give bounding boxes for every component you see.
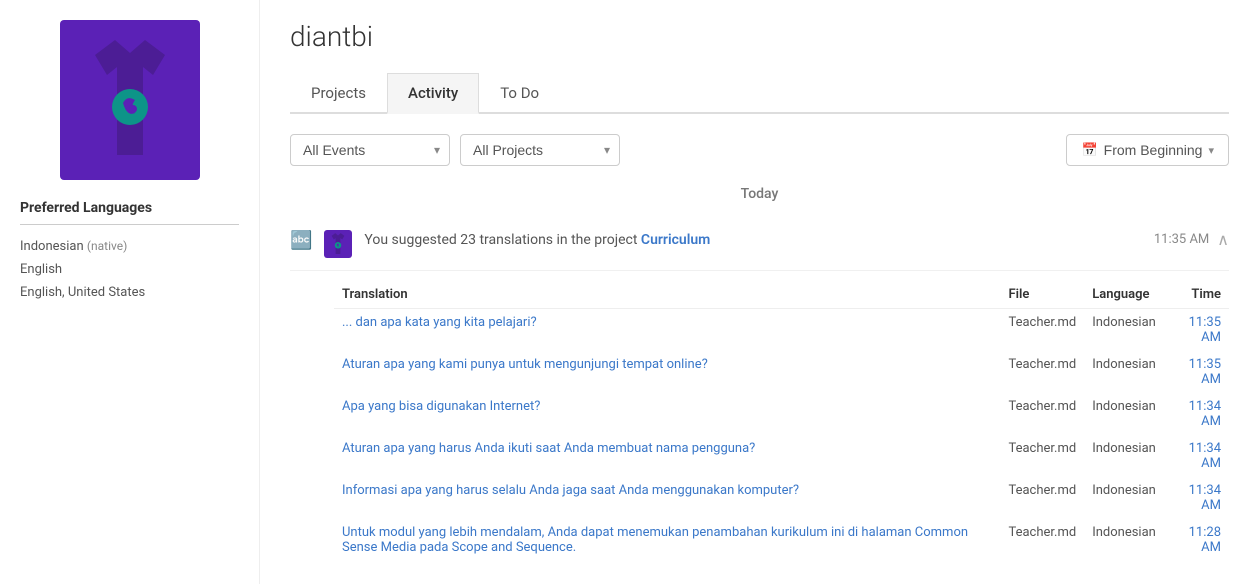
col-header-file: File	[1000, 281, 1084, 309]
language-item-english[interactable]: English	[20, 258, 239, 281]
collapse-icon[interactable]: ∧	[1217, 230, 1229, 249]
time-cell: 11:35 AM	[1164, 309, 1229, 352]
sidebar: Preferred Languages Indonesian (native) …	[0, 0, 260, 584]
events-filter[interactable]: All Events	[290, 134, 450, 166]
translation-cell[interactable]: Aturan apa yang harus Anda ikuti saat An…	[334, 435, 1000, 477]
col-header-language: Language	[1084, 281, 1164, 309]
language-cell: Indonesian	[1084, 519, 1164, 561]
tabs-bar: Projects Activity To Do	[290, 73, 1229, 114]
avatar-tshirt-icon	[75, 35, 185, 165]
projects-filter[interactable]: All Projects	[460, 134, 620, 166]
file-cell: Teacher.md	[1000, 393, 1084, 435]
time-cell: 11:34 AM	[1164, 477, 1229, 519]
table-row: Apa yang bisa digunakan Internet?Teacher…	[334, 393, 1229, 435]
language-cell: Indonesian	[1084, 351, 1164, 393]
time-cell: 11:34 AM	[1164, 435, 1229, 477]
language-item-english-us[interactable]: English, United States	[20, 281, 239, 304]
user-avatar-small	[324, 230, 352, 258]
avatar	[60, 20, 200, 180]
language-cell: Indonesian	[1084, 393, 1164, 435]
table-row: Aturan apa yang kami punya untuk mengunj…	[334, 351, 1229, 393]
col-header-translation: Translation	[334, 281, 1000, 309]
page-title: diantbi	[290, 20, 1229, 53]
time-cell: 11:35 AM	[1164, 351, 1229, 393]
language-item-indonesian: Indonesian (native)	[20, 235, 239, 258]
file-cell: Teacher.md	[1000, 519, 1084, 561]
activity-description: You suggested 23 translations in the pro…	[364, 230, 1141, 251]
activity-time: 11:35 AM ∧	[1154, 230, 1229, 249]
col-header-time: Time	[1164, 281, 1229, 309]
filters-row: All Events All Projects From Beginning	[290, 134, 1229, 166]
translation-table: Translation File Language Time ... dan a…	[334, 281, 1229, 561]
avatar-area	[20, 20, 239, 180]
file-cell: Teacher.md	[1000, 435, 1084, 477]
languages-list: Indonesian (native) English English, Uni…	[20, 235, 239, 304]
translation-cell[interactable]: ... dan apa kata yang kita pelajari?	[334, 309, 1000, 352]
table-row: Informasi apa yang harus selalu Anda jag…	[334, 477, 1229, 519]
activity-item: 🔤 You suggested 23 translations in the p…	[290, 218, 1229, 271]
preferred-languages-heading: Preferred Languages	[20, 200, 239, 225]
table-row: ... dan apa kata yang kita pelajari?Teac…	[334, 309, 1229, 352]
date-divider: Today	[290, 186, 1229, 202]
tab-activity[interactable]: Activity	[387, 73, 479, 114]
main-content: diantbi Projects Activity To Do All Even…	[260, 0, 1259, 584]
language-cell: Indonesian	[1084, 477, 1164, 519]
translation-cell[interactable]: Apa yang bisa digunakan Internet?	[334, 393, 1000, 435]
table-row: Aturan apa yang harus Anda ikuti saat An…	[334, 435, 1229, 477]
time-cell: 11:28 AM	[1164, 519, 1229, 561]
file-cell: Teacher.md	[1000, 351, 1084, 393]
file-cell: Teacher.md	[1000, 477, 1084, 519]
activity-section: Today 🔤 You suggested 23 translations in…	[290, 186, 1229, 561]
translation-icon: 🔤	[290, 230, 312, 251]
language-cell: Indonesian	[1084, 435, 1164, 477]
project-link[interactable]: Curriculum	[641, 232, 710, 248]
projects-filter-wrapper: All Projects	[460, 134, 620, 166]
time-cell: 11:34 AM	[1164, 393, 1229, 435]
translation-cell[interactable]: Untuk modul yang lebih mendalam, Anda da…	[334, 519, 1000, 561]
translation-cell[interactable]: Aturan apa yang kami punya untuk mengunj…	[334, 351, 1000, 393]
file-cell: Teacher.md	[1000, 309, 1084, 352]
from-beginning-button[interactable]: From Beginning	[1066, 134, 1229, 166]
translation-cell[interactable]: Informasi apa yang harus selalu Anda jag…	[334, 477, 1000, 519]
language-cell: Indonesian	[1084, 309, 1164, 352]
events-filter-wrapper: All Events	[290, 134, 450, 166]
tab-todo[interactable]: To Do	[479, 73, 560, 112]
tab-projects[interactable]: Projects	[290, 73, 387, 112]
table-row: Untuk modul yang lebih mendalam, Anda da…	[334, 519, 1229, 561]
